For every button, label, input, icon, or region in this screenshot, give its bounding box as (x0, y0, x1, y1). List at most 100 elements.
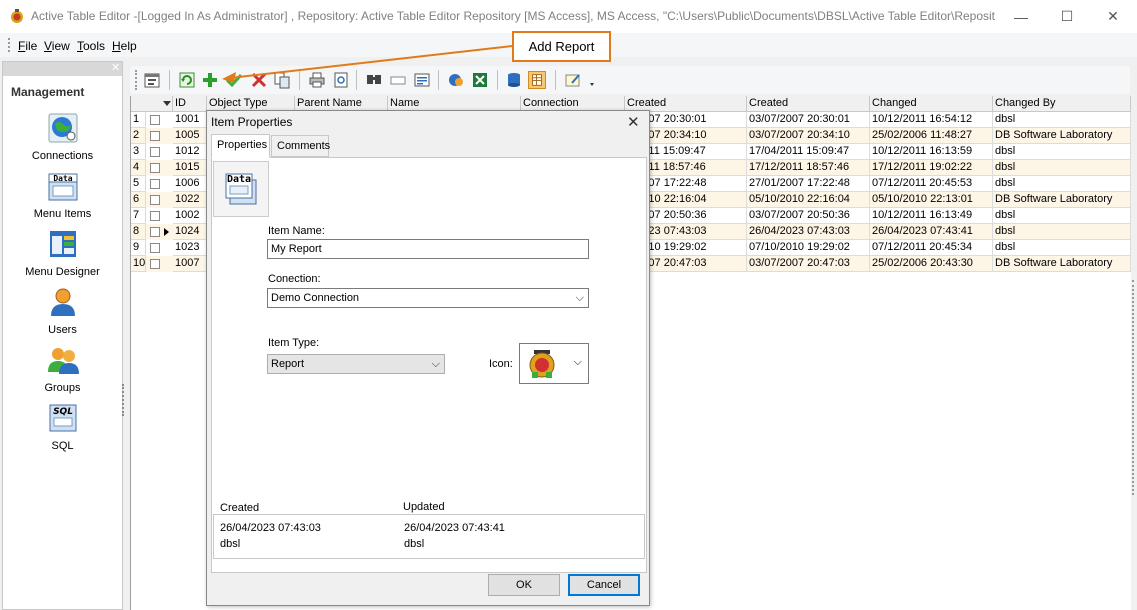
table-cell-id[interactable]: 1012 (173, 144, 207, 160)
menu-help[interactable]: Help (112, 39, 137, 53)
table-cell-n[interactable]: 2 (131, 128, 146, 144)
table-cell-n[interactable]: 6 (131, 192, 146, 208)
nav-sql[interactable]: SQL SQL (3, 402, 122, 452)
grid-view-icon[interactable] (528, 71, 546, 89)
table-cell-ch[interactable]: 25/02/2006 20:43:30 (870, 256, 993, 272)
table-cell-ch[interactable]: 10/12/2011 16:54:12 (870, 112, 993, 128)
table-cell-n[interactable]: 8 (131, 224, 146, 240)
table-cell-by[interactable]: dbsl (993, 160, 1131, 176)
table-cell-c2[interactable]: 27/01/2007 17:22:48 (747, 176, 870, 192)
ok-button[interactable]: OK (488, 574, 560, 596)
row-checkbox[interactable] (150, 227, 160, 237)
tab-properties[interactable]: Properties (211, 134, 270, 158)
table-cell-id[interactable]: 1023 (173, 240, 207, 256)
table-cell-ch[interactable]: 07/12/2011 20:45:53 (870, 176, 993, 192)
properties-icon[interactable] (143, 71, 161, 89)
row-checkbox[interactable] (150, 147, 160, 157)
add-icon[interactable] (201, 71, 219, 89)
nav-menu-designer[interactable]: Menu Designer (3, 228, 122, 278)
row-checkbox[interactable] (150, 163, 160, 173)
database-icon[interactable] (447, 71, 465, 89)
filter-chevron-icon[interactable] (163, 101, 171, 106)
table-cell-id[interactable]: 1015 (173, 160, 207, 176)
table-cell-by[interactable]: dbsl (993, 224, 1131, 240)
table-cell-c2[interactable]: 03/07/2007 20:50:36 (747, 208, 870, 224)
table-cell-id[interactable]: 1001 (173, 112, 207, 128)
print-icon[interactable] (308, 71, 326, 89)
table-cell-n[interactable]: 3 (131, 144, 146, 160)
row-checkbox[interactable] (150, 115, 160, 125)
table-cell-ch[interactable]: 05/10/2010 22:13:01 (870, 192, 993, 208)
table-cell-ch[interactable]: 25/02/2006 11:48:27 (870, 128, 993, 144)
table-cell-by[interactable]: DB Software Laboratory (993, 256, 1131, 272)
excel-icon[interactable] (471, 71, 489, 89)
delete-icon[interactable] (250, 71, 268, 89)
table-cell-ch[interactable]: 26/04/2023 07:43:41 (870, 224, 993, 240)
table-cell-id[interactable]: 1006 (173, 176, 207, 192)
toolbar-grip[interactable] (135, 70, 137, 90)
row-checkbox[interactable] (150, 211, 160, 221)
grid-row-selector-header[interactable] (131, 96, 173, 112)
table-cell-n[interactable]: 7 (131, 208, 146, 224)
table-cell-n[interactable]: 10 (131, 256, 146, 272)
row-checkbox[interactable] (150, 259, 160, 269)
table-cell-c2[interactable]: 17/04/2011 15:09:47 (747, 144, 870, 160)
row-checkbox[interactable] (150, 131, 160, 141)
item-type-select[interactable]: Report ⌵ (267, 354, 445, 374)
close-window-button[interactable]: ✕ (1090, 0, 1136, 33)
refresh-icon[interactable] (178, 71, 196, 89)
table-cell-n[interactable]: 1 (131, 112, 146, 128)
print-preview-icon[interactable] (332, 71, 350, 89)
nav-menu-items[interactable]: Data Menu Items (3, 170, 122, 220)
table-cell-n[interactable]: 4 (131, 160, 146, 176)
form-view-icon[interactable] (413, 71, 431, 89)
panel-splitter[interactable] (122, 384, 126, 416)
table-cell-c2[interactable]: 26/04/2023 07:43:03 (747, 224, 870, 240)
row-checkbox[interactable] (150, 179, 160, 189)
table-cell-ch[interactable]: 10/12/2011 16:13:49 (870, 208, 993, 224)
field-icon[interactable] (389, 71, 407, 89)
table-cell-ch[interactable]: 17/12/2011 19:02:22 (870, 160, 993, 176)
menu-tools[interactable]: Tools (77, 39, 105, 53)
table-cell-c2[interactable]: 05/10/2010 22:16:04 (747, 192, 870, 208)
connection-select[interactable]: Demo Connection ⌵ (267, 288, 589, 308)
table-cell-c2[interactable]: 17/12/2011 18:57:46 (747, 160, 870, 176)
table-cell-c2[interactable]: 07/10/2010 19:29:02 (747, 240, 870, 256)
table-cell-by[interactable]: dbsl (993, 240, 1131, 256)
edit-note-icon[interactable] (564, 71, 582, 89)
nav-groups[interactable]: Groups (3, 344, 122, 394)
table-cell-by[interactable]: dbsl (993, 208, 1131, 224)
table-cell-id[interactable]: 1002 (173, 208, 207, 224)
find-icon[interactable] (365, 71, 383, 89)
nav-connections[interactable]: Connections (3, 112, 122, 162)
tab-comments[interactable]: Comments (271, 135, 330, 157)
table-cell-id[interactable]: 1024 (173, 224, 207, 240)
table-cell-by[interactable]: DB Software Laboratory (993, 128, 1131, 144)
table-cell-by[interactable]: DB Software Laboratory (993, 192, 1131, 208)
table-cell-n[interactable]: 9 (131, 240, 146, 256)
row-checkbox[interactable] (150, 195, 160, 205)
maximize-button[interactable]: ☐ (1044, 0, 1090, 33)
menu-grip[interactable] (8, 38, 10, 52)
table-cell-by[interactable]: dbsl (993, 144, 1131, 160)
cancel-button[interactable]: Cancel (568, 574, 640, 596)
table-cell-by[interactable]: dbsl (993, 176, 1131, 192)
minimize-button[interactable]: — (998, 0, 1044, 33)
table-cell-n[interactable]: 5 (131, 176, 146, 192)
toolbar-more-chevron-icon[interactable] (590, 83, 594, 87)
item-name-input[interactable] (267, 239, 589, 259)
table-cell-ch[interactable]: 10/12/2011 16:13:59 (870, 144, 993, 160)
table-cell-c2[interactable]: 03/07/2007 20:47:03 (747, 256, 870, 272)
column-header-id[interactable]: ID (173, 96, 207, 112)
table-icon[interactable] (505, 71, 523, 89)
table-cell-c2[interactable]: 03/07/2007 20:30:01 (747, 112, 870, 128)
menu-file[interactable]: File (18, 39, 37, 53)
table-cell-by[interactable]: dbsl (993, 112, 1131, 128)
column-header-created-2[interactable]: Created (747, 96, 870, 112)
icon-select[interactable]: ⌵ (519, 343, 589, 384)
column-header-changed[interactable]: Changed (870, 96, 993, 112)
table-cell-id[interactable]: 1007 (173, 256, 207, 272)
nav-users[interactable]: Users (3, 286, 122, 336)
save-check-icon[interactable] (225, 71, 243, 89)
table-cell-id[interactable]: 1005 (173, 128, 207, 144)
